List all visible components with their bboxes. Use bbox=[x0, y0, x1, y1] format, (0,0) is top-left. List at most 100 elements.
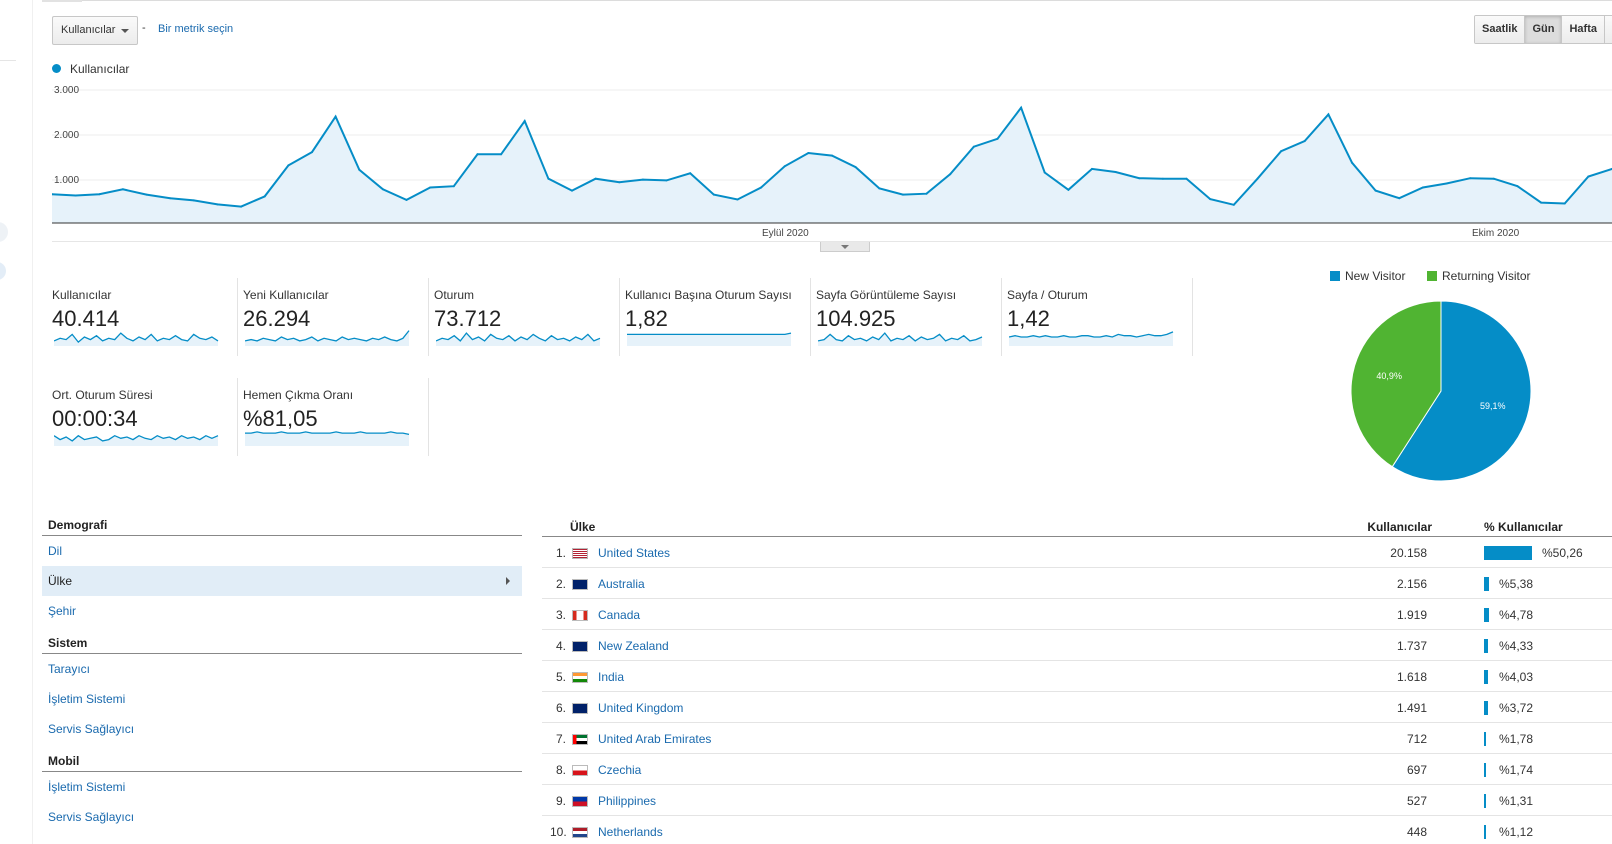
data-point[interactable] bbox=[74, 194, 77, 197]
data-point[interactable] bbox=[121, 188, 124, 191]
data-point[interactable] bbox=[972, 145, 975, 148]
nav-item-tarayici[interactable]: Tarayıcı bbox=[42, 654, 522, 684]
collapse-chart-handle[interactable] bbox=[820, 242, 870, 252]
data-point[interactable] bbox=[1398, 197, 1401, 200]
nav-item-mobil-servis-saglayici[interactable]: Servis Sağlayıcı bbox=[42, 802, 522, 832]
nav-item-sehir[interactable]: Şehir bbox=[42, 596, 522, 626]
data-point[interactable] bbox=[689, 172, 692, 175]
country-link[interactable]: Australia bbox=[598, 577, 645, 591]
data-point[interactable] bbox=[1516, 185, 1519, 188]
nav-item-dil[interactable]: Dil bbox=[42, 536, 522, 566]
scorecard-users[interactable]: Kullanıcılar 40.414 bbox=[52, 278, 238, 356]
pie-legend-new[interactable]: New Visitor bbox=[1330, 269, 1405, 283]
country-link[interactable]: India bbox=[598, 670, 624, 684]
data-point[interactable] bbox=[571, 189, 573, 192]
data-point[interactable] bbox=[1587, 175, 1590, 178]
data-point[interactable] bbox=[1280, 150, 1283, 153]
scorecard-pageviews[interactable]: Sayfa Görüntüleme Sayısı 104.925 bbox=[816, 278, 1002, 356]
data-point[interactable] bbox=[594, 177, 597, 180]
data-point[interactable] bbox=[311, 151, 313, 154]
data-point[interactable] bbox=[665, 179, 668, 182]
data-point[interactable] bbox=[476, 153, 479, 156]
data-point[interactable] bbox=[169, 197, 172, 200]
data-point[interactable] bbox=[1256, 177, 1259, 180]
data-point[interactable] bbox=[1209, 198, 1212, 201]
scorecard-avg-session-duration[interactable]: Ort. Oturum Süresi 00:00:34 bbox=[52, 378, 238, 456]
data-point[interactable] bbox=[1232, 203, 1235, 206]
data-point[interactable] bbox=[334, 115, 337, 118]
data-point[interactable] bbox=[1469, 177, 1472, 180]
column-header-country[interactable]: Ülke bbox=[570, 520, 595, 534]
data-point[interactable] bbox=[358, 168, 361, 171]
data-point[interactable] bbox=[618, 181, 621, 184]
data-point[interactable] bbox=[1421, 186, 1424, 189]
data-point[interactable] bbox=[145, 193, 148, 196]
data-point[interactable] bbox=[1067, 188, 1070, 191]
country-link[interactable]: Netherlands bbox=[598, 825, 663, 839]
period-month-button[interactable]: A bbox=[1604, 16, 1612, 43]
data-point[interactable] bbox=[1351, 161, 1353, 164]
data-point[interactable] bbox=[523, 120, 526, 122]
data-point[interactable] bbox=[1043, 171, 1046, 174]
metric-select[interactable]: Kullanıcılar bbox=[52, 16, 138, 45]
scorecard-sessions-per-user[interactable]: Kullanıcı Başına Oturum Sayısı 1,82 bbox=[625, 278, 811, 356]
column-header-users[interactable]: Kullanıcılar bbox=[1367, 520, 1432, 534]
data-point[interactable] bbox=[1374, 189, 1377, 192]
nav-item-ulke[interactable]: Ülke bbox=[42, 566, 522, 596]
data-point[interactable] bbox=[712, 193, 715, 196]
data-point[interactable] bbox=[996, 137, 999, 140]
country-link[interactable]: United States bbox=[598, 546, 670, 560]
country-link[interactable]: United Kingdom bbox=[598, 701, 683, 715]
scorecard-bounce-rate[interactable]: Hemen Çıkma Oranı %81,05 bbox=[243, 378, 429, 456]
data-point[interactable] bbox=[878, 187, 881, 190]
column-header-pct-users[interactable]: % Kullanıcılar bbox=[1484, 520, 1563, 534]
period-hourly-button[interactable]: Saatlik bbox=[1475, 16, 1526, 43]
period-week-button[interactable]: Hafta bbox=[1562, 16, 1605, 43]
nav-item-mobil-isletim-sistemi[interactable]: İşletim Sistemi bbox=[42, 772, 522, 802]
data-point[interactable] bbox=[500, 153, 503, 156]
data-point[interactable] bbox=[1303, 140, 1306, 142]
data-point[interactable] bbox=[1161, 177, 1164, 180]
pie-legend-returning[interactable]: Returning Visitor bbox=[1427, 269, 1531, 283]
data-point[interactable] bbox=[1563, 202, 1566, 205]
data-point[interactable] bbox=[1540, 201, 1543, 204]
country-link[interactable]: Czechia bbox=[598, 763, 641, 777]
period-day-button[interactable]: Gün bbox=[1525, 16, 1563, 43]
data-point[interactable] bbox=[192, 199, 195, 202]
data-point[interactable] bbox=[1492, 177, 1495, 180]
data-point[interactable] bbox=[1185, 177, 1188, 180]
nav-item-isletim-sistemi[interactable]: İşletim Sistemi bbox=[42, 684, 522, 714]
data-point[interactable] bbox=[547, 177, 550, 180]
country-link[interactable]: New Zealand bbox=[598, 639, 669, 653]
data-point[interactable] bbox=[925, 192, 928, 195]
visitor-type-pie-chart[interactable]: 59,1% 40,9% bbox=[1346, 296, 1536, 486]
data-point[interactable] bbox=[831, 154, 833, 157]
country-link[interactable]: Canada bbox=[598, 608, 640, 622]
data-point[interactable] bbox=[641, 178, 644, 181]
country-link[interactable]: Philippines bbox=[598, 794, 656, 808]
data-point[interactable] bbox=[429, 186, 432, 189]
data-point[interactable] bbox=[263, 195, 266, 198]
data-point[interactable] bbox=[901, 193, 904, 196]
data-point[interactable] bbox=[1020, 106, 1023, 109]
data-point[interactable] bbox=[1091, 167, 1093, 170]
data-point[interactable] bbox=[949, 173, 952, 176]
data-point[interactable] bbox=[381, 188, 384, 191]
data-point[interactable] bbox=[240, 205, 243, 208]
scorecard-new-users[interactable]: Yeni Kullanıcılar 26.294 bbox=[243, 278, 429, 356]
data-point[interactable] bbox=[405, 198, 408, 201]
data-point[interactable] bbox=[760, 186, 763, 189]
data-point[interactable] bbox=[1114, 171, 1117, 173]
scorecard-sessions[interactable]: Oturum 73.712 bbox=[434, 278, 620, 356]
country-link[interactable]: United Arab Emirates bbox=[598, 732, 711, 746]
data-point[interactable] bbox=[98, 193, 101, 196]
data-point[interactable] bbox=[452, 185, 455, 188]
select-metric-link[interactable]: Bir metrik seçin bbox=[158, 23, 233, 35]
data-point[interactable] bbox=[736, 198, 739, 201]
nav-item-servis-saglayici[interactable]: Servis Sağlayıcı bbox=[42, 714, 522, 744]
data-point[interactable] bbox=[216, 203, 219, 206]
data-point[interactable] bbox=[1445, 182, 1448, 185]
data-point[interactable] bbox=[854, 166, 857, 169]
data-point[interactable] bbox=[1138, 177, 1141, 180]
data-point[interactable] bbox=[783, 165, 786, 168]
